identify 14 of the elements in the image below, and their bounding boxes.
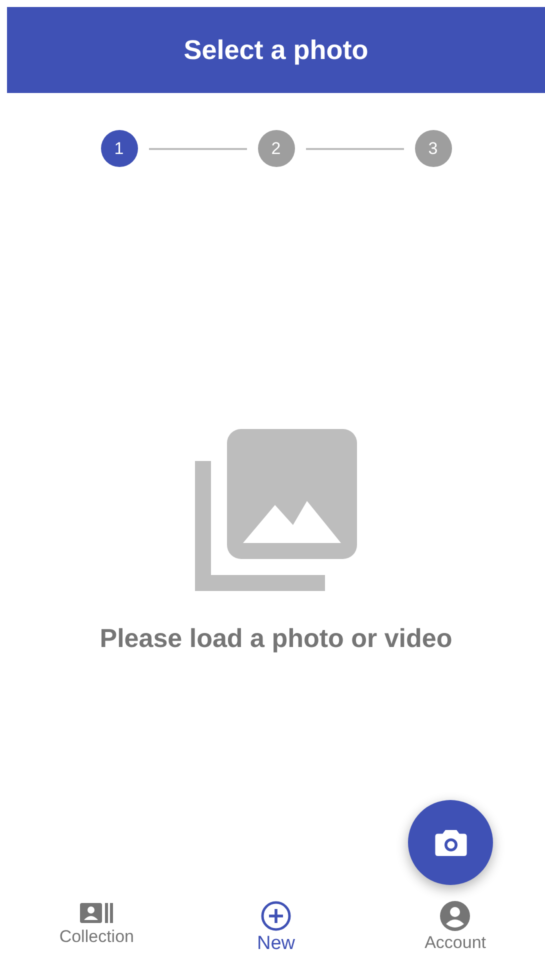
step-indicator[interactable]: 1 — [100, 130, 138, 167]
app-bar-title: Select a photo — [184, 34, 368, 66]
nav-tab[interactable]: Collection — [7, 901, 186, 961]
nav-tab[interactable]: Account — [366, 901, 545, 961]
photo-library-icon — [195, 429, 357, 591]
nav-tab[interactable]: New — [186, 901, 366, 961]
step-indicator[interactable]: 2 — [258, 130, 294, 167]
add-circle-icon — [260, 901, 291, 931]
contact-card-icon — [80, 901, 114, 925]
camera-icon — [434, 830, 466, 856]
camera-button[interactable] — [408, 800, 493, 885]
account-icon — [440, 901, 470, 931]
step-indicator[interactable]: 3 — [414, 130, 452, 167]
empty-state-message: Please load a photo or video — [100, 623, 452, 654]
